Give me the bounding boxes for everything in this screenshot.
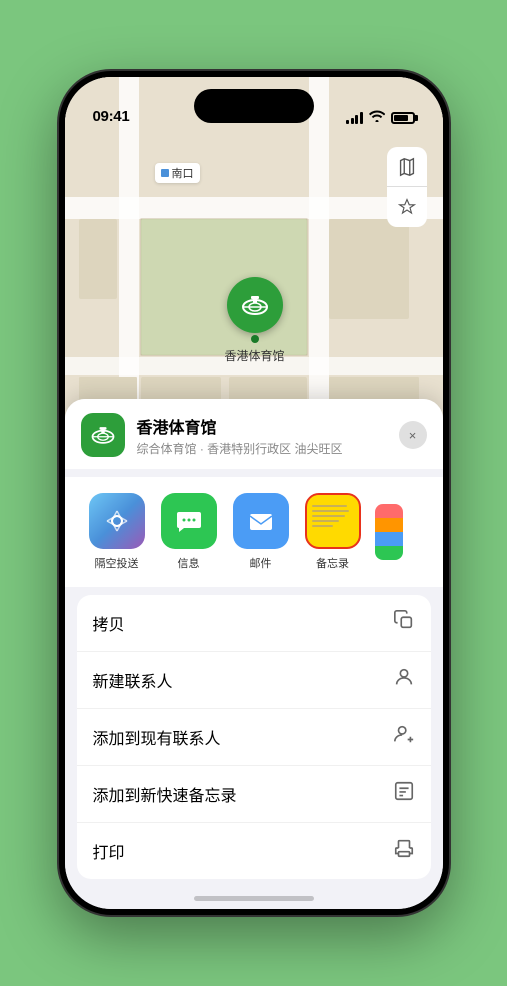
action-quick-note[interactable]: 添加到新快速备忘录 — [77, 766, 431, 823]
more-icon — [375, 504, 403, 560]
action-new-contact[interactable]: 新建联系人 — [77, 652, 431, 709]
home-indicator — [194, 896, 314, 901]
venue-icon — [81, 413, 125, 457]
airdrop-label: 隔空投送 — [95, 555, 139, 571]
share-more[interactable] — [369, 504, 409, 560]
action-quick-note-label: 添加到新快速备忘录 — [93, 782, 237, 806]
action-copy-label: 拷贝 — [93, 611, 125, 635]
share-notes[interactable]: 备忘录 — [297, 493, 369, 571]
messages-label: 信息 — [178, 555, 200, 571]
action-print-label: 打印 — [93, 839, 125, 863]
map-controls — [387, 147, 427, 227]
quick-note-icon — [393, 780, 415, 808]
mail-icon — [233, 493, 289, 549]
battery-icon — [391, 112, 415, 124]
venue-pin[interactable]: 香港体育馆 — [225, 277, 285, 364]
location-dot — [161, 169, 169, 177]
venue-info: 香港体育馆 综合体育馆 · 香港特别行政区 油尖旺区 — [137, 414, 387, 457]
signal-bars-icon — [346, 112, 363, 124]
add-contact-icon — [393, 723, 415, 751]
location-label-text: 南口 — [172, 165, 194, 181]
share-mail[interactable]: 邮件 — [225, 493, 297, 571]
location-label: 南口 — [155, 163, 200, 183]
location-button[interactable] — [387, 187, 427, 227]
airdrop-icon — [89, 493, 145, 549]
action-add-contact-label: 添加到现有联系人 — [93, 725, 221, 749]
mail-label: 邮件 — [250, 555, 272, 571]
phone-frame: 09:41 — [59, 71, 449, 915]
venue-pin-label: 香港体育馆 — [225, 347, 285, 364]
close-button[interactable]: × — [399, 421, 427, 449]
pin-circle — [227, 277, 283, 333]
venue-name: 香港体育馆 — [137, 414, 387, 438]
sheet-header: 香港体育馆 综合体育馆 · 香港特别行政区 油尖旺区 × — [65, 399, 443, 469]
venue-desc: 综合体育馆 · 香港特别行政区 油尖旺区 — [137, 440, 387, 457]
notes-label: 备忘录 — [316, 555, 349, 571]
copy-icon — [393, 609, 415, 637]
share-row: 隔空投送 信息 — [65, 477, 443, 587]
bottom-sheet: 香港体育馆 综合体育馆 · 香港特别行政区 油尖旺区 × — [65, 399, 443, 909]
share-messages[interactable]: 信息 — [153, 493, 225, 571]
action-print[interactable]: 打印 — [77, 823, 431, 879]
action-new-contact-label: 新建联系人 — [93, 668, 173, 692]
map-type-button[interactable] — [387, 147, 427, 187]
share-airdrop[interactable]: 隔空投送 — [81, 493, 153, 571]
notes-icon — [305, 493, 361, 549]
action-add-to-contact[interactable]: 添加到现有联系人 — [77, 709, 431, 766]
action-list: 拷贝 新建联系人 — [77, 595, 431, 879]
pin-dot — [251, 335, 259, 343]
messages-icon — [161, 493, 217, 549]
status-time: 09:41 — [93, 108, 130, 125]
dynamic-island — [194, 89, 314, 123]
status-icons — [346, 110, 415, 125]
new-contact-icon — [393, 666, 415, 694]
action-copy[interactable]: 拷贝 — [77, 595, 431, 652]
wifi-icon — [369, 110, 385, 125]
print-icon — [393, 837, 415, 865]
phone-screen: 09:41 — [65, 77, 443, 909]
